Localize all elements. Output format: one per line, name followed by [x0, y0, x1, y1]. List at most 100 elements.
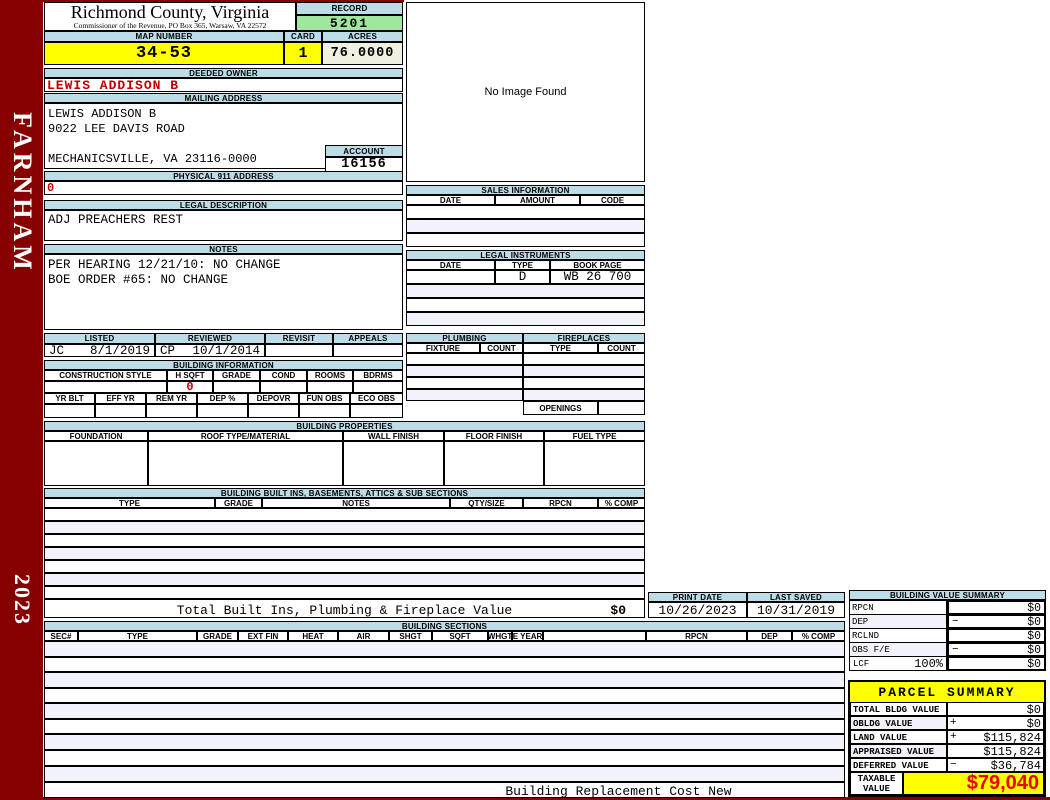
yrblt-header: YR BLT: [44, 393, 95, 404]
mailing-address-label: MAILING ADDRESS: [44, 93, 403, 103]
roof-header: ROOF TYPE/MATERIAL: [148, 431, 343, 441]
revisit-value: [265, 344, 333, 357]
bi-qtysize-header: QTY/SIZE: [450, 498, 523, 508]
legal-instruments-row: [406, 312, 645, 326]
notes-box: PER HEARING 12/21/10: NO CHANGE BOE ORDE…: [44, 254, 403, 330]
building-properties-title: BUILDING PROPERTIES: [44, 421, 645, 431]
legal-description-label: LEGAL DESCRIPTION: [44, 200, 403, 210]
bvs-rclnd-cell: $0: [947, 628, 1046, 643]
county-name: Richmond County, Virginia: [70, 2, 270, 22]
building-information-title: BUILDING INFORMATION: [44, 360, 403, 370]
foundation-header: FOUNDATION: [44, 431, 148, 441]
rooms-header: ROOMS: [307, 370, 353, 381]
account-label: ACCOUNT: [325, 145, 403, 157]
card-value: 1: [284, 42, 322, 65]
bvs-lcf-pct: 100%: [914, 656, 943, 671]
ps-land-value: $115,824: [983, 731, 1041, 745]
mailing-line: 9022 LEE DAVIS ROAD: [48, 122, 185, 136]
mailing-line: MECHANICSVILLE, VA 23116-0000: [48, 152, 257, 166]
fireplace-count-header: COUNT: [598, 343, 645, 353]
building-sections-row: [44, 672, 845, 688]
sales-date-header: DATE: [406, 195, 495, 205]
bs-heat-header: HEAT: [288, 631, 338, 641]
map-number-value: 34-53: [44, 42, 284, 65]
building-sections-row: [44, 766, 845, 782]
acres-value: 76.0000: [322, 42, 403, 65]
rooms-value: [307, 381, 353, 393]
taxable-value: $79,040: [903, 772, 1044, 795]
replacement-cost-label: Building Replacement Cost New: [505, 784, 732, 799]
no-image-text: No Image Found: [484, 86, 567, 98]
built-ins-total-value: $0: [610, 603, 626, 618]
built-ins-row: [44, 521, 645, 534]
legal-description-value: ADJ PREACHERS REST: [48, 213, 184, 227]
building-sections-row: [44, 734, 845, 750]
bs-rpcn-header: RPCN: [646, 631, 747, 641]
building-sections-row: [44, 688, 845, 703]
depovr-header: DEPOVR: [248, 393, 299, 404]
floor-finish-value: [444, 441, 544, 486]
sales-information-title: SALES INFORMATION: [406, 185, 645, 195]
ps-total-bldg-cell: $0: [947, 702, 1044, 717]
print-date-label: PRINT DATE: [648, 592, 747, 602]
parcel-summary-box: PARCEL SUMMARY TOTAL BLDG VALUE $0 OBLDG…: [848, 680, 1046, 797]
mailing-line: LEWIS ADDISON B: [48, 107, 157, 121]
bi-rpcn-header: RPCN: [523, 498, 598, 508]
bs-grade-header: GRADE: [197, 631, 238, 641]
li-date-header: DATE: [406, 260, 495, 270]
built-ins-title: BUILDING BUILT INS, BASEMENTS, ATTICS & …: [44, 488, 645, 498]
bs-shgt-header: SHGT: [389, 631, 432, 641]
account-value: 16156: [325, 157, 403, 172]
ps-land-cell: + $115,824: [947, 730, 1044, 745]
bi-comp-header: % COMP: [598, 498, 645, 508]
built-ins-total-label: Total Built Ins, Plumbing & Fireplace Va…: [176, 603, 513, 618]
li-date-value: [406, 270, 495, 284]
bvs-op: −: [952, 644, 959, 656]
bvs-lcf-label: LCF: [853, 658, 870, 669]
district-name-label: FARNHAM: [8, 112, 37, 274]
ps-appraised-cell: $115,824: [947, 744, 1044, 759]
building-sections-row: [44, 703, 845, 719]
bvs-rclnd-label: RCLND: [849, 628, 947, 643]
legal-instruments-row: [406, 298, 645, 312]
ps-obldg-cell: + $0: [947, 716, 1044, 731]
notes-label: NOTES: [44, 244, 403, 254]
built-ins-total-row: Total Built Ins, Plumbing & Fireplace Va…: [44, 599, 645, 618]
fixture-header: FIXTURE: [406, 343, 480, 353]
bs-comp-header: % COMP: [792, 631, 845, 641]
bs-sqft-header: SQFT: [432, 631, 488, 641]
grade-header: GRADE: [213, 370, 260, 381]
ps-land-label: LAND VALUE: [850, 730, 947, 744]
built-ins-row: [44, 508, 645, 521]
print-date-value: 10/26/2023: [648, 602, 747, 618]
parcel-summary-title: PARCEL SUMMARY: [850, 682, 1044, 702]
bi-grade-header: GRADE: [215, 498, 262, 508]
fuel-type-header: FUEL TYPE: [544, 431, 645, 441]
record-label: RECORD: [296, 2, 403, 15]
construction-style-value: [44, 381, 167, 393]
ps-deferred-label: DEFERRED VALUE: [850, 758, 947, 772]
bdrms-header: BDRMS: [353, 370, 403, 381]
record-value: 5201: [296, 15, 403, 31]
building-sections-title: BUILDING SECTIONS: [44, 621, 845, 631]
ps-op: −: [950, 759, 957, 771]
cond-header: COND: [260, 370, 307, 381]
bdrms-value: [353, 381, 403, 393]
plumbing-count-header: COUNT: [480, 343, 523, 353]
building-sections-row: [44, 750, 845, 766]
taxable-label-line: VALUE: [862, 783, 890, 794]
plumbing-title: PLUMBING: [406, 333, 523, 343]
bs-air-header: AIR: [338, 631, 389, 641]
plumbing-row: [406, 377, 523, 389]
bvs-obsfe-label: OBS F/E: [849, 642, 947, 657]
sales-row: [406, 219, 645, 233]
card-label: CARD: [284, 31, 322, 42]
remyr-value: [146, 404, 197, 418]
openings-label: OPENINGS: [523, 401, 598, 415]
bvs-lcf-label-cell: LCF 100%: [849, 656, 947, 671]
bvs-lcf-cell: $0: [947, 656, 1046, 671]
photo-placeholder: No Image Found: [406, 2, 645, 182]
openings-value: [598, 401, 645, 415]
funobs-header: FUN OBS: [299, 393, 350, 404]
remyr-header: REM YR: [146, 393, 197, 404]
